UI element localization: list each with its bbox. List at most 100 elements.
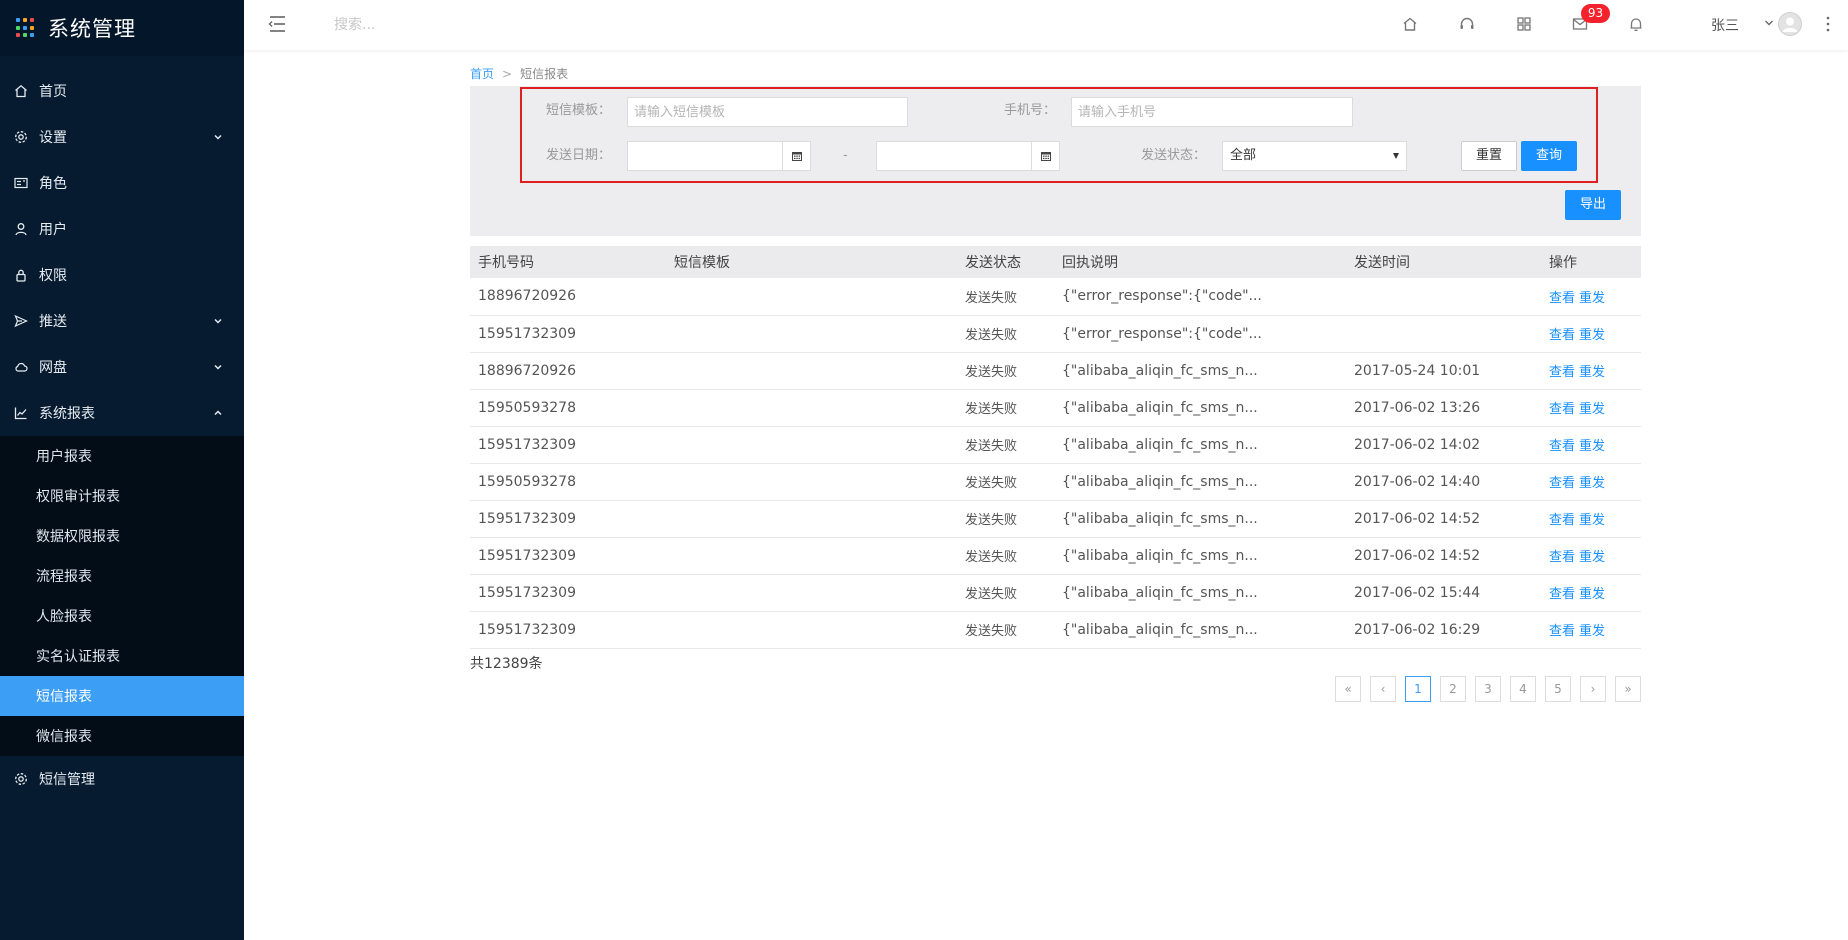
- prev-page-button[interactable]: ‹: [1370, 676, 1396, 702]
- sidebar-item-users[interactable]: 用户: [0, 206, 244, 252]
- end-date-field[interactable]: [876, 141, 1060, 171]
- sidebar-item-netdisk[interactable]: 网盘: [0, 344, 244, 390]
- sidebar-item-settings[interactable]: 设置: [0, 114, 244, 160]
- sidebar-subitem-audit-report[interactable]: 权限审计报表: [0, 476, 244, 516]
- send-date-label: 发送日期：: [546, 148, 612, 163]
- export-button[interactable]: 导出: [1565, 190, 1621, 220]
- page-button-4[interactable]: 4: [1510, 676, 1536, 702]
- last-page-button[interactable]: »: [1615, 676, 1641, 702]
- avatar[interactable]: [1778, 12, 1802, 36]
- column-header[interactable]: 短信模板: [666, 246, 957, 278]
- query-button[interactable]: 查询: [1521, 141, 1577, 171]
- send-status-label: 发送状态：: [1141, 148, 1207, 163]
- send-time-cell: 2017-06-02 14:02: [1346, 426, 1541, 464]
- view-link[interactable]: 查看: [1549, 476, 1575, 491]
- sidebar-item-push[interactable]: 推送: [0, 298, 244, 344]
- view-link[interactable]: 查看: [1549, 365, 1575, 380]
- page-button-5[interactable]: 5: [1545, 676, 1571, 702]
- status-cell: 发送失败: [957, 352, 1054, 390]
- breadcrumb-home-link[interactable]: 首页: [470, 67, 494, 81]
- sidebar-item-sms-management[interactable]: 短信管理: [0, 756, 244, 802]
- actions-cell: 查看 重发: [1541, 315, 1641, 353]
- resend-link[interactable]: 重发: [1579, 550, 1605, 565]
- phone-cell: 15951732309: [470, 426, 666, 464]
- resend-link[interactable]: 重发: [1579, 624, 1605, 639]
- id-card-icon: [14, 176, 28, 190]
- sidebar-subitem-data-permission-report[interactable]: 数据权限报表: [0, 516, 244, 556]
- view-link[interactable]: 查看: [1549, 402, 1575, 417]
- view-link[interactable]: 查看: [1549, 624, 1575, 639]
- status-cell: 发送失败: [957, 315, 1054, 353]
- sms-report-table: 手机号码 短信模板 发送状态 回执说明 发送时间 操作 18896720926 发…: [470, 246, 1641, 649]
- resend-link[interactable]: 重发: [1579, 439, 1605, 454]
- view-link[interactable]: 查看: [1549, 291, 1575, 306]
- apps-grid-icon[interactable]: [1514, 14, 1534, 34]
- menu-toggle-icon[interactable]: [266, 14, 288, 34]
- receipt-cell: {"alibaba_aliqin_fc_sms_n...: [1054, 463, 1346, 501]
- column-header[interactable]: 回执说明: [1054, 246, 1346, 278]
- user-avatar-icon: [1778, 12, 1802, 36]
- sidebar-item-home[interactable]: 首页: [0, 68, 244, 114]
- view-link[interactable]: 查看: [1549, 550, 1575, 565]
- column-header[interactable]: 发送时间: [1346, 246, 1541, 278]
- resend-link[interactable]: 重发: [1579, 587, 1605, 602]
- page-button-1[interactable]: 1: [1405, 676, 1431, 702]
- table-row: 18896720926 发送失败 {"alibaba_aliqin_fc_sms_n…: [470, 352, 1641, 390]
- page-button-3[interactable]: 3: [1475, 676, 1501, 702]
- resend-link[interactable]: 重发: [1579, 328, 1605, 343]
- phone-input[interactable]: [1071, 97, 1353, 127]
- column-header[interactable]: 发送状态: [957, 246, 1054, 278]
- table-row: 18896720926 发送失败 {"error_response":{"code"…: [470, 278, 1641, 316]
- sidebar-subitem-wechat-report[interactable]: 微信报表: [0, 716, 244, 756]
- resend-link[interactable]: 重发: [1579, 476, 1605, 491]
- table-row: 15951732309 发送失败 {"alibaba_aliqin_fc_sms_n…: [470, 426, 1641, 464]
- page-button-2[interactable]: 2: [1440, 676, 1466, 702]
- total-count: 共12389条: [470, 655, 543, 672]
- next-page-button[interactable]: ›: [1580, 676, 1606, 702]
- send-status-select[interactable]: 全部: [1222, 141, 1407, 171]
- chevron-down-icon[interactable]: [1763, 17, 1775, 29]
- sidebar-subitem-sms-report[interactable]: 短信报表: [0, 676, 244, 716]
- template-cell: [666, 389, 957, 427]
- view-link[interactable]: 查看: [1549, 587, 1575, 602]
- search-input[interactable]: [334, 14, 594, 36]
- brand[interactable]: 系统管理: [0, 0, 244, 56]
- calendar-button[interactable]: [782, 142, 810, 170]
- sidebar-item-roles[interactable]: 角色: [0, 160, 244, 206]
- gear-icon: [14, 772, 28, 786]
- view-link[interactable]: 查看: [1549, 439, 1575, 454]
- headset-icon[interactable]: [1457, 14, 1477, 34]
- start-date-field[interactable]: [627, 141, 811, 171]
- phone-cell: 15951732309: [470, 574, 666, 612]
- home-icon: [14, 84, 28, 98]
- receipt-cell: {"alibaba_aliqin_fc_sms_n...: [1054, 352, 1346, 390]
- sidebar-subitem-workflow-report[interactable]: 流程报表: [0, 556, 244, 596]
- table-header-row: 手机号码 短信模板 发送状态 回执说明 发送时间 操作: [470, 246, 1641, 278]
- table-row: 15951732309 发送失败 {"alibaba_aliqin_fc_sms_n…: [470, 611, 1641, 649]
- home-icon[interactable]: [1400, 14, 1420, 34]
- bell-icon[interactable]: [1626, 14, 1646, 34]
- resend-link[interactable]: 重发: [1579, 291, 1605, 306]
- template-input[interactable]: [627, 97, 908, 127]
- sidebar-item-system-reports[interactable]: 系统报表: [0, 390, 244, 436]
- reset-button[interactable]: 重置: [1461, 141, 1517, 171]
- calendar-icon: [791, 152, 802, 161]
- first-page-button[interactable]: «: [1335, 676, 1361, 702]
- table-row: 15951732309 发送失败 {"alibaba_aliqin_fc_sms_n…: [470, 537, 1641, 575]
- receipt-cell: {"alibaba_aliqin_fc_sms_n...: [1054, 389, 1346, 427]
- resend-link[interactable]: 重发: [1579, 513, 1605, 528]
- table-row: 15951732309 发送失败 {"error_response":{"code"…: [470, 315, 1641, 353]
- view-link[interactable]: 查看: [1549, 328, 1575, 343]
- sidebar-subitem-realname-report[interactable]: 实名认证报表: [0, 636, 244, 676]
- view-link[interactable]: 查看: [1549, 513, 1575, 528]
- main-content: 首页 > 短信报表 短信模板： 手机号： 发送日期： -: [470, 56, 1641, 702]
- column-header[interactable]: 手机号码: [470, 246, 666, 278]
- resend-link[interactable]: 重发: [1579, 365, 1605, 380]
- sidebar-subitem-face-report[interactable]: 人脸报表: [0, 596, 244, 636]
- calendar-button[interactable]: [1031, 142, 1059, 170]
- user-name[interactable]: 张三: [1711, 15, 1739, 35]
- sidebar-item-permissions[interactable]: 权限: [0, 252, 244, 298]
- sidebar-subitem-user-report[interactable]: 用户报表: [0, 436, 244, 476]
- resend-link[interactable]: 重发: [1579, 402, 1605, 417]
- more-vertical-icon[interactable]: [1826, 15, 1830, 33]
